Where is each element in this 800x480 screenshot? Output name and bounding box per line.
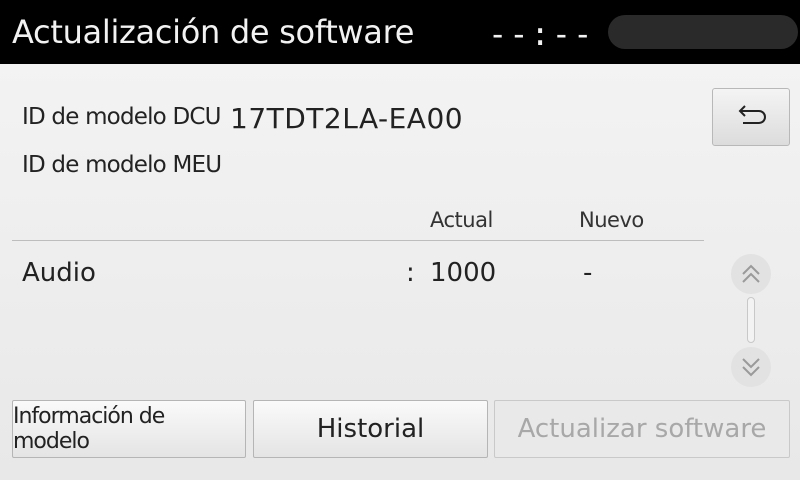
title-bar: Actualización de software --:--: [0, 0, 800, 64]
dcu-model-label: ID de modelo DCU: [22, 104, 221, 130]
back-button[interactable]: [712, 88, 790, 146]
content-area: ID de modelo DCU 17TDT2LA-EA00 ID de mod…: [0, 64, 800, 480]
scroll-down-button[interactable]: [731, 347, 771, 387]
model-info-button[interactable]: Información de modelo: [12, 400, 246, 458]
status-pill: [608, 15, 798, 49]
history-button[interactable]: Historial: [253, 400, 488, 458]
table-divider: [12, 240, 704, 241]
row-label-audio: Audio: [22, 258, 96, 288]
update-software-button[interactable]: Actualizar software: [494, 400, 790, 458]
back-arrow-icon: [738, 105, 766, 124]
scroll-up-button[interactable]: [731, 254, 771, 294]
clock: --:--: [488, 15, 595, 53]
scrollbar-track[interactable]: [747, 297, 755, 343]
row-separator: :: [406, 258, 415, 288]
column-header-nuevo: Nuevo: [579, 208, 644, 232]
column-header-actual: Actual: [430, 208, 493, 232]
dcu-model-value: 17TDT2LA-EA00: [230, 102, 464, 135]
page-title: Actualización de software: [12, 13, 415, 51]
double-chevron-up-icon: [742, 264, 760, 283]
double-chevron-down-icon: [742, 358, 760, 377]
row-nuevo-value: -: [583, 258, 593, 288]
meu-model-label: ID de modelo MEU: [22, 152, 222, 178]
row-actual-value: 1000: [430, 258, 497, 288]
